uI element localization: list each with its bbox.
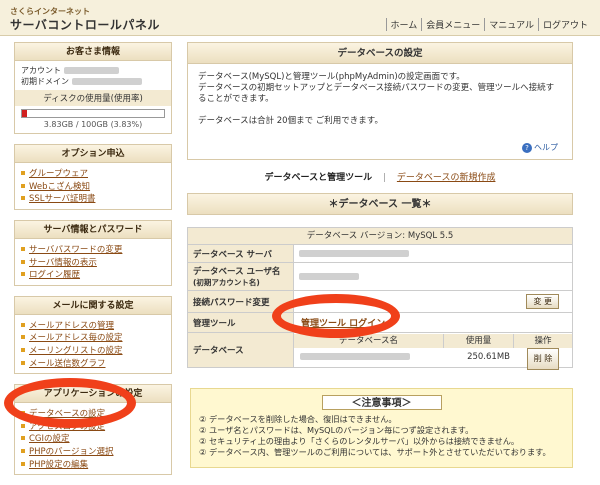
disk-usage-bar (21, 109, 165, 118)
col-usage: 使用量 (444, 334, 514, 348)
db-usage-value: 250.61MB (467, 352, 510, 362)
sidebar-item-mailing-list[interactable]: メーリングリストの設定 (21, 344, 165, 357)
change-password-button[interactable]: 変 更 (526, 294, 559, 309)
db-user-value-redacted (299, 273, 359, 280)
sidebar-item-php-version[interactable]: PHPのバージョン選択 (21, 445, 165, 458)
sidebar-item-mail-graph[interactable]: メール送信数グラフ (21, 356, 165, 369)
tabs: データベースと管理ツール | データベースの新規作成 (187, 170, 573, 183)
server-box: サーバ情報とパスワード サーバパスワードの変更 サーバ情報の表示 ログイン履歴 (14, 219, 172, 286)
col-action: 操作 (514, 334, 572, 348)
bullet-icon (21, 322, 25, 327)
sidebar-item-mail-per-address[interactable]: メールアドレス毎の設定 (21, 331, 165, 344)
options-title: オプション申込 (15, 145, 171, 163)
db-list-title: ＊データベース 一覧＊ (187, 193, 573, 215)
admin-tool-label: 管理ツール (188, 313, 294, 332)
bullet-icon (21, 348, 25, 353)
nav-manual[interactable]: マニュアル (484, 18, 538, 31)
logo: サーバコントロールパネル (10, 18, 160, 32)
notice-item: ② データベースを削除した場合、復旧はできません。 (199, 414, 397, 424)
mail-box: メールに関する設定 メールアドレスの管理 メールアドレス毎の設定 メーリングリス… (14, 295, 172, 374)
bullet-icon (21, 171, 25, 176)
db-table: データベース バージョン: MySQL 5.5 データベース サーバ データベー… (187, 227, 573, 370)
db-password-label: 接続パスワード変更 (188, 291, 294, 312)
notice-box: ＜注意事項＞ ② データベースを削除した場合、復旧はできません。 ② ユーザ名と… (190, 388, 573, 468)
bullet-icon (21, 423, 25, 428)
db-server-value-redacted (299, 250, 409, 257)
app-title: アプリケーションの設定 (15, 384, 171, 403)
app-box: アプリケーションの設定 データベースの設定 アクセスログの設定 CGIの設定 P… (14, 383, 172, 475)
sidebar-item-server-password[interactable]: サーバパスワードの変更 (21, 243, 165, 256)
customer-info-title: お客さま情報 (15, 43, 171, 61)
bullet-icon (21, 272, 25, 277)
db-name-value-redacted (300, 353, 410, 360)
admin-tool-login-link[interactable]: 管理ツール ログイン (301, 316, 385, 329)
sidebar-item-server-info[interactable]: サーバ情報の表示 (21, 255, 165, 268)
sidebar-item-groupware[interactable]: グループウェア (21, 167, 165, 180)
bullet-icon (21, 183, 25, 188)
main-content: データベースの設定 データベース(MySQL)と管理ツール(phpMyAdmin… (187, 42, 573, 370)
bullet-icon (21, 259, 25, 264)
table-row: 管理ツール 管理ツール ログイン (188, 313, 572, 333)
sidebar-item-database[interactable]: データベースの設定 (21, 407, 165, 420)
sidebar-item-web-tamper-detect[interactable]: Webこざん検知 (21, 180, 165, 193)
sidebar-item-cgi[interactable]: CGIの設定 (21, 432, 165, 445)
notice-title: ＜注意事項＞ (321, 395, 442, 410)
nav-logout[interactable]: ログアウト (537, 18, 592, 31)
notice-item: ② ユーザ名とパスワードは、MySQLのバージョン毎につず設定されます。 (199, 425, 474, 435)
page-title: データベースの設定 (187, 42, 573, 64)
help-icon: ? (522, 143, 532, 153)
notice-item: ② セキュリティ上の理由より「さくらのレンタルサーバ」以外からは接続できません。 (199, 436, 520, 446)
sidebar-item-ssl[interactable]: SSLサーバ証明書 (21, 192, 165, 205)
db-user-label: データベース ユーザ名 (193, 267, 281, 277)
table-row: 接続パスワード変更 変 更 (188, 291, 572, 313)
intro-line: データベースは合計 20個まで ご利用できます。 (198, 116, 383, 126)
table-row: データベース ユーザ名 (初期アカウント名) (188, 263, 572, 291)
db-version-caption: データベース バージョン: MySQL 5.5 (188, 228, 572, 245)
bullet-icon (21, 335, 25, 340)
disk-usage-text: 3.83GB / 100GB (3.83%) (43, 120, 143, 129)
server-title: サーバ情報とパスワード (15, 220, 171, 239)
account-value-redacted (63, 67, 119, 74)
header: さくらインターネット サーバコントロールパネル ホーム 会員メニュー マニュアル… (0, 0, 600, 36)
bullet-icon (21, 436, 25, 441)
sidebar-item-access-log[interactable]: アクセスログの設定 (21, 420, 165, 433)
intro-line: データベースの初期セットアップとデータベース接続パスワードの変更、管理ツールへ接… (198, 83, 555, 104)
top-nav: ホーム 会員メニュー マニュアル ログアウト (385, 18, 593, 31)
intro-line (198, 105, 562, 116)
domain-value-redacted (71, 78, 142, 85)
disk-usage-fill (22, 110, 28, 117)
delete-db-button[interactable]: 削 除 (526, 348, 560, 370)
disk-usage-title: ディスクの使用量(使用率) (15, 90, 171, 106)
bullet-icon (21, 411, 25, 416)
db-server-label: データベース サーバ (188, 245, 294, 262)
database-label: データベース (188, 333, 294, 367)
tab-db-and-tools[interactable]: データベースと管理ツール (265, 173, 373, 183)
col-db-name: データベース名 (294, 334, 444, 348)
intro-text: データベース(MySQL)と管理ツール(phpMyAdmin)の設定画面です。 … (187, 64, 573, 160)
sidebar: お客さま情報 アカウント 初期ドメイン ディスクの使用量(使用率) 3.83GB… (14, 42, 172, 485)
table-row: データベース データベース名 使用量 操作 250.61MB 削 除 (188, 333, 572, 370)
bullet-icon (21, 196, 25, 201)
help-link[interactable]: ? ヘルプ (522, 142, 558, 153)
domain-label: 初期ドメイン (21, 77, 69, 86)
bullet-icon (21, 449, 25, 454)
table-row: データベース サーバ (188, 245, 572, 263)
customer-info-box: お客さま情報 アカウント 初期ドメイン ディスクの使用量(使用率) 3.83GB… (14, 42, 172, 134)
mail-title: メールに関する設定 (15, 296, 171, 315)
sidebar-item-login-history[interactable]: ログイン履歴 (21, 268, 165, 281)
nav-member-menu[interactable]: 会員メニュー (421, 18, 484, 31)
account-label: アカウント (21, 66, 61, 75)
options-box: オプション申込 グループウェア Webこざん検知 SSLサーバ証明書 (14, 144, 172, 210)
notice-item: ② データベース内、管理ツールのご利用については、サポート外とさせていただいてお… (199, 447, 551, 457)
sidebar-item-mail-address[interactable]: メールアドレスの管理 (21, 319, 165, 332)
nav-home[interactable]: ホーム (385, 18, 422, 31)
sidebar-item-php-settings[interactable]: PHP設定の編集 (21, 457, 165, 470)
bullet-icon (21, 360, 25, 365)
bullet-icon (21, 247, 25, 252)
tab-separator: | (382, 173, 387, 183)
bullet-icon (21, 461, 25, 466)
tab-new-database[interactable]: データベースの新規作成 (397, 173, 496, 183)
db-user-sublabel: (初期アカウント名) (193, 278, 260, 287)
intro-line: データベース(MySQL)と管理ツール(phpMyAdmin)の設定画面です。 (198, 72, 465, 82)
